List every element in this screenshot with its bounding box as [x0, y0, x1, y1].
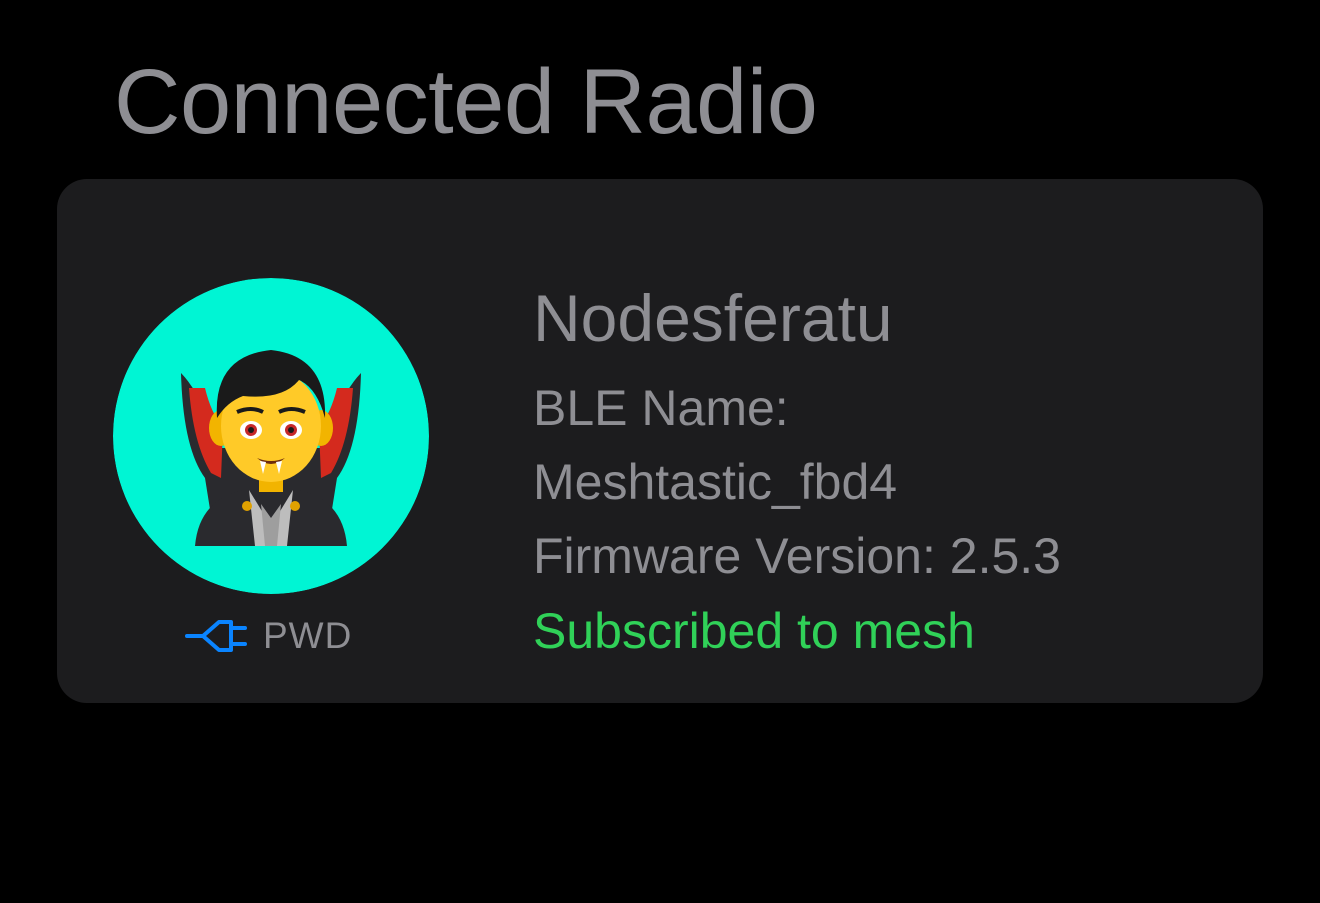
firmware-version: Firmware Version: 2.5.3 — [533, 528, 1061, 584]
power-status: PWD — [185, 611, 352, 661]
subscription-status: Subscribed to mesh — [533, 603, 975, 659]
connected-radio-card[interactable]: PWD Nodesferatu BLE Name: Meshtastic_fbd… — [57, 179, 1263, 703]
node-avatar — [113, 278, 429, 594]
node-name: Nodesferatu — [533, 281, 893, 355]
power-label: PWD — [263, 615, 353, 656]
plug-icon — [185, 620, 247, 652]
ble-name-value: Meshtastic_fbd4 — [533, 454, 898, 510]
vampire-icon — [113, 278, 429, 594]
section-title: Connected Radio — [114, 51, 818, 153]
ble-name-label: BLE Name: — [533, 380, 789, 436]
